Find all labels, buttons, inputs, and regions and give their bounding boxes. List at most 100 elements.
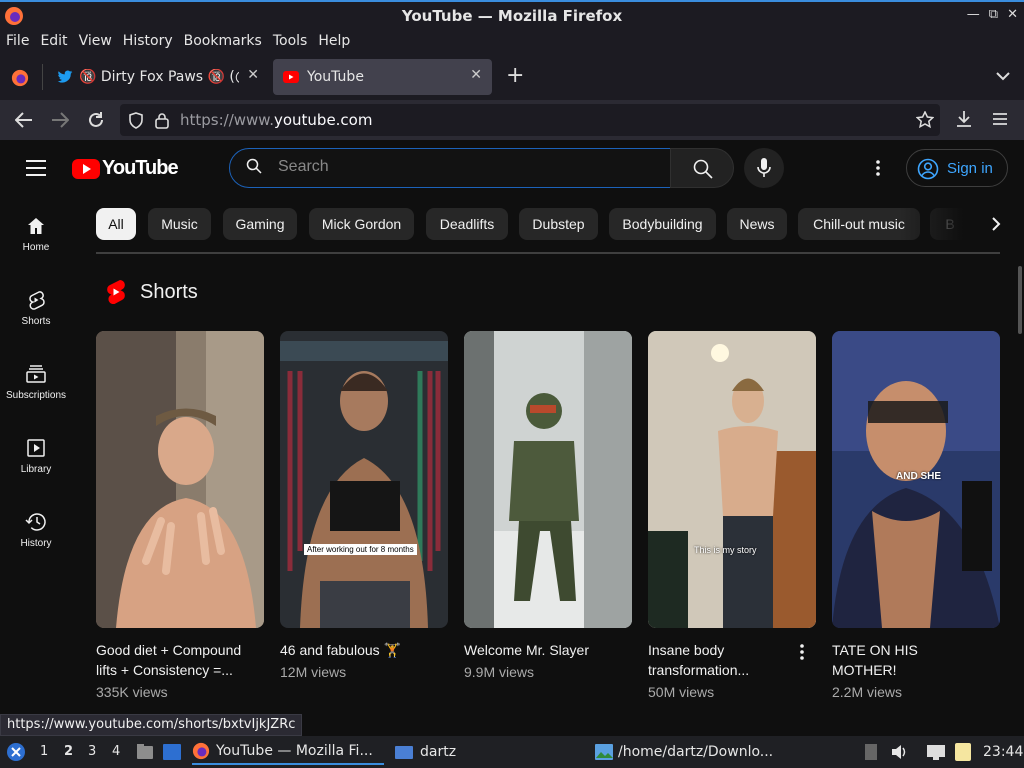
shield-icon[interactable] (128, 112, 144, 129)
chip-dubstep[interactable]: Dubstep (519, 208, 598, 240)
restore-button[interactable]: ⧉ (989, 7, 998, 22)
sidebar-label: Shorts (21, 316, 51, 327)
short-title[interactable]: Insane body transformation... (648, 640, 798, 680)
sidebar-item-shorts[interactable]: Shorts (0, 274, 72, 344)
url-bar[interactable]: https://www.youtube.com (120, 104, 940, 136)
sidebar-label: Home (22, 242, 50, 253)
firefox-view-icon[interactable] (11, 69, 29, 87)
menu-view[interactable]: View (79, 30, 112, 54)
lock-icon[interactable] (155, 112, 169, 129)
back-arrow-icon[interactable] (15, 112, 33, 128)
menu-bookmarks[interactable]: Bookmarks (184, 30, 262, 54)
minimize-button[interactable]: — (967, 7, 980, 22)
file-manager-launcher-icon[interactable] (136, 743, 154, 761)
short-overlay-caption: This is my story (694, 545, 757, 555)
short-thumbnail[interactable]: AND SHE (832, 331, 1000, 628)
chip-bodybuilding[interactable]: Bodybuilding (609, 208, 716, 240)
chip-music[interactable]: Music (148, 208, 211, 240)
sidebar-label: Library (20, 464, 52, 475)
task-terminal-dartz[interactable]: dartz (394, 739, 574, 765)
forward-arrow-icon[interactable] (51, 112, 69, 128)
menu-help[interactable]: Help (318, 30, 350, 54)
sidebar-item-home[interactable]: Home (0, 200, 72, 270)
folder-icon (395, 746, 413, 759)
sidebar-item-history[interactable]: History (0, 496, 72, 566)
chip-news[interactable]: News (727, 208, 787, 240)
volume-icon[interactable] (890, 743, 908, 761)
bookmark-star-icon[interactable] (916, 111, 934, 129)
new-tab-button[interactable]: + (506, 63, 524, 88)
short-title[interactable]: Good diet + Compound lifts + Consistency… (96, 640, 246, 680)
youtube-logo[interactable]: YouTube (72, 157, 179, 180)
short-thumbnail-image (648, 331, 816, 628)
show-desktop-icon[interactable] (162, 743, 182, 761)
downloads-icon[interactable] (955, 110, 973, 128)
workspace-2[interactable]: 2 (64, 744, 73, 759)
search-box[interactable] (229, 148, 671, 188)
tab-twitter[interactable]: 🔞 Dirty Fox Paws 🔞 (@fox ✕ (47, 59, 269, 95)
short-card[interactable]: Good diet + Compound lifts + Consistency… (96, 331, 264, 700)
short-thumbnail[interactable] (464, 331, 632, 628)
close-window-button[interactable]: ✕ (1007, 7, 1018, 22)
voice-search-button[interactable] (744, 148, 784, 188)
youtube-favicon-icon (283, 71, 299, 83)
short-title[interactable]: TATE ON HIS MOTHER! (832, 640, 982, 680)
short-thumbnail[interactable]: This is my story (648, 331, 816, 628)
workspace-1[interactable]: 1 (40, 744, 48, 759)
app-menu-icon[interactable] (992, 112, 1008, 126)
short-card[interactable]: AND SHE TATE ON HIS MOTHER! 2.2M views (832, 331, 1000, 700)
short-card[interactable]: After working out for 8 months 46 and fa… (280, 331, 448, 680)
search-input[interactable] (278, 158, 658, 176)
chip-fade (900, 208, 990, 240)
sidebar-item-subscriptions[interactable]: Subscriptions (0, 348, 72, 418)
task-label: YouTube — Mozilla Fi... (216, 743, 373, 759)
task-image-viewer[interactable]: /home/dartz/Downlo... (594, 739, 794, 765)
chevron-right-icon[interactable] (982, 210, 1010, 238)
sign-in-button[interactable]: Sign in (906, 149, 1008, 187)
short-card[interactable]: Welcome Mr. Slayer 9.9M views (464, 331, 632, 680)
clipboard-tray-icon[interactable] (864, 743, 878, 761)
notes-tray-icon[interactable] (954, 742, 972, 762)
search-button[interactable] (670, 148, 734, 188)
sidebar-item-library[interactable]: Library (0, 422, 72, 492)
filter-chips: All Music Gaming Mick Gordon Deadlifts D… (96, 208, 1006, 240)
sign-in-label: Sign in (947, 159, 993, 177)
chip-gaming[interactable]: Gaming (223, 208, 297, 240)
tab-youtube[interactable]: YouTube ✕ (273, 59, 492, 95)
short-thumbnail[interactable]: After working out for 8 months (280, 331, 448, 628)
twitter-icon (57, 70, 73, 83)
chip-all[interactable]: All (96, 208, 136, 240)
short-card[interactable]: This is my story Insane body transformat… (648, 331, 816, 700)
short-thumbnail-image (464, 331, 632, 628)
window-titlebar: YouTube — Mozilla Firefox — ⧉ ✕ (0, 0, 1024, 30)
workspace-3[interactable]: 3 (88, 744, 96, 759)
task-firefox[interactable]: YouTube — Mozilla Fi... (192, 739, 384, 765)
short-thumbnail[interactable] (96, 331, 264, 628)
menu-tools[interactable]: Tools (273, 30, 308, 54)
more-actions-kebab-icon[interactable] (798, 643, 806, 661)
short-title[interactable]: Welcome Mr. Slayer (464, 640, 614, 660)
close-tab-icon[interactable]: ✕ (470, 67, 482, 83)
task-label: /home/dartz/Downlo... (618, 744, 774, 760)
guide-menu-icon[interactable] (26, 160, 46, 176)
sidebar-label: Subscriptions (5, 390, 67, 401)
chip-deadlifts[interactable]: Deadlifts (426, 208, 508, 240)
menu-history[interactable]: History (123, 30, 173, 54)
reload-icon[interactable] (87, 111, 105, 129)
shorts-icon (29, 291, 45, 310)
short-views: 12M views (280, 664, 347, 680)
short-title[interactable]: 46 and fabulous 🏋️ (280, 640, 430, 660)
display-tray-icon[interactable] (926, 743, 946, 761)
menu-file[interactable]: File (6, 30, 29, 54)
close-tab-icon[interactable]: ✕ (247, 67, 259, 83)
list-all-tabs-chevron-icon[interactable] (996, 72, 1010, 81)
url-text[interactable]: https://www.youtube.com (180, 111, 372, 129)
workspace-4[interactable]: 4 (112, 744, 120, 759)
taskbar: 1 2 3 4 YouTube — Mozilla Fi... dartz /h… (0, 736, 1024, 768)
start-menu-icon[interactable] (6, 742, 26, 762)
chip-mick-gordon[interactable]: Mick Gordon (309, 208, 414, 240)
microphone-icon (757, 158, 771, 177)
page-scrollbar[interactable] (1018, 266, 1022, 334)
settings-kebab-icon[interactable] (868, 158, 888, 178)
menu-edit[interactable]: Edit (40, 30, 67, 54)
